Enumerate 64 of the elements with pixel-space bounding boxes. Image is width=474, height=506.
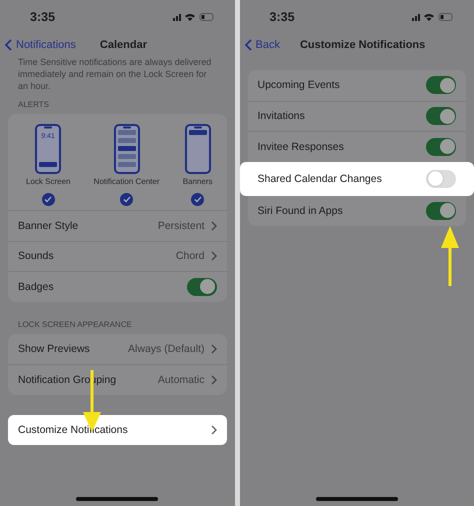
settings-row[interactable]: Siri Found in Apps — [248, 196, 466, 226]
row-label: Show Previews — [18, 342, 91, 355]
toggle-switch[interactable] — [426, 170, 456, 188]
notification-bar — [118, 162, 136, 167]
alert-style-label: Notification Center — [94, 177, 160, 186]
settings-row[interactable]: Banner Style Persistent — [8, 210, 226, 240]
checkbox[interactable] — [42, 193, 55, 206]
back-button[interactable]: Back — [244, 39, 280, 51]
status-icons — [172, 12, 214, 22]
description-text: Time Sensitive notifications are always delivered immediately and remain on the Lock Screen for an hour. — [17, 56, 212, 93]
toggle-switch[interactable] — [426, 107, 456, 126]
alert-style-label: Lock Screen — [26, 177, 70, 186]
row-value: Persistent — [158, 220, 204, 232]
settings-row[interactable]: Invitations — [248, 100, 466, 131]
settings-row[interactable]: Shared Calendar Changes — [240, 162, 474, 196]
row-label: Sounds — [18, 250, 55, 262]
chevron-icon — [210, 424, 216, 435]
row-label: Shared Calendar Changes — [258, 172, 383, 184]
status-time: 3:35 — [270, 10, 295, 24]
chevron-icon — [210, 251, 216, 262]
notification-bar — [118, 154, 136, 159]
row-label: Invitations — [258, 110, 306, 122]
section-header: LOCK SCREEN APPEARANCE — [17, 318, 133, 330]
notification-bar — [118, 146, 136, 151]
chevron-icon — [210, 374, 216, 385]
toggle-switch[interactable] — [426, 76, 456, 94]
toggle-switch[interactable] — [426, 202, 456, 220]
notification-bar — [118, 138, 136, 143]
status-icons — [412, 12, 454, 22]
status-time: 3:35 — [30, 10, 56, 24]
row-label: Customize Notifications — [18, 424, 129, 436]
checkbox[interactable] — [191, 193, 204, 206]
screen-title: Customize Notifications — [300, 39, 426, 51]
chevron-icon — [210, 344, 216, 354]
checkmark-icon — [44, 196, 52, 203]
section-header: ALERTS — [17, 99, 50, 111]
notification-bar — [39, 162, 58, 167]
settings-row[interactable]: Show Previews Always (Default) — [8, 334, 226, 364]
back-chevron-icon — [244, 39, 252, 51]
settings-row[interactable]: Upcoming Events — [248, 70, 466, 100]
row-label: Banner Style — [18, 220, 80, 232]
notification-bar — [188, 130, 207, 135]
checkbox[interactable] — [120, 193, 134, 206]
toggle-switch[interactable] — [426, 138, 456, 156]
row-value: Chord — [176, 250, 204, 262]
settings-row[interactable]: Sounds Chord — [8, 240, 226, 271]
settings-row[interactable]: Badges — [8, 271, 226, 302]
checkmark-icon — [122, 196, 131, 203]
back-button[interactable]: Notifications — [5, 39, 76, 51]
row-value: Always (Default) — [128, 342, 204, 355]
row-label: Badges — [18, 280, 55, 293]
notification-bar — [118, 130, 136, 135]
row-label: Upcoming Events — [258, 79, 341, 92]
alert-style-label: Banners — [182, 177, 212, 186]
arrow-icon — [440, 226, 460, 286]
row-label: Invitee Responses — [258, 140, 345, 153]
screen-title: Calendar — [100, 39, 147, 51]
toggle-switch[interactable] — [186, 278, 216, 296]
settings-row[interactable]: Customize Notifications — [8, 414, 226, 445]
chevron-icon — [210, 220, 216, 231]
back-chevron-icon — [5, 39, 12, 51]
row-value: Automatic — [158, 374, 204, 386]
row-label: Siri Found in Apps — [258, 204, 344, 217]
checkmark-icon — [194, 196, 202, 203]
